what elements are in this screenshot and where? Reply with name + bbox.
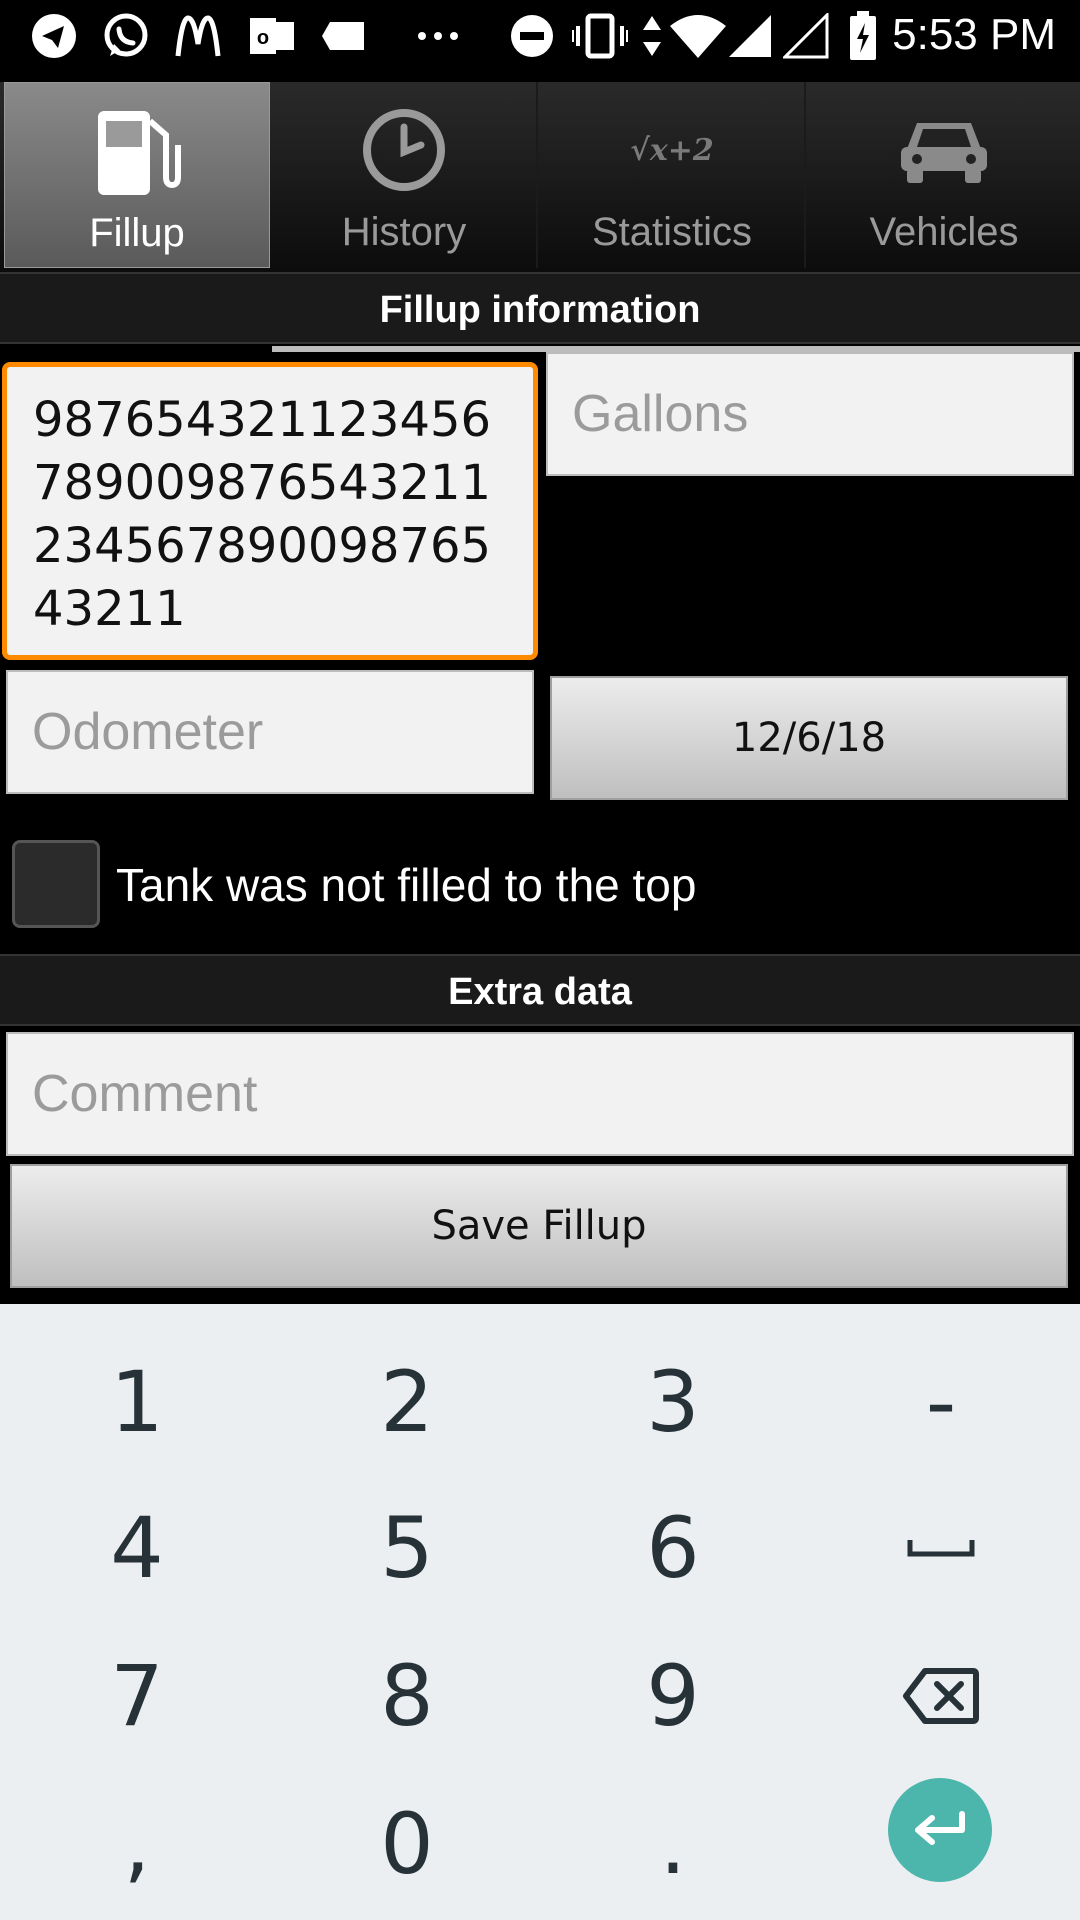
gallons-input[interactable]: Gallons	[546, 352, 1074, 476]
tab-label-statistics: Statistics	[591, 210, 753, 254]
key-5[interactable]: 5	[272, 1474, 542, 1622]
formula-icon: √x+2	[540, 104, 804, 196]
price-input[interactable]: 987654321123456 789009876543211 23456789…	[2, 362, 538, 660]
partial-fill-checkbox[interactable]	[12, 840, 100, 928]
tab-label-vehicles: Vehicles	[869, 210, 1019, 254]
tag-icon	[318, 14, 370, 58]
save-fillup-button[interactable]: Save Fillup	[10, 1164, 1068, 1288]
whatsapp-icon	[100, 13, 152, 58]
tab-label-history: History	[341, 210, 467, 254]
status-time: 5:53 PM	[892, 10, 1056, 59]
data-arrows-icon	[640, 14, 664, 58]
price-input-value: 987654321123456 789009876543211 23456789…	[33, 389, 513, 641]
comment-placeholder: Comment	[32, 1065, 258, 1123]
key-9[interactable]: 9	[538, 1622, 808, 1770]
extra-data-header: Extra data	[0, 954, 1080, 1026]
key-minus[interactable]: -	[806, 1328, 1076, 1476]
fillup-info-header: Fillup information	[0, 272, 1080, 344]
space-icon	[907, 1540, 975, 1557]
key-space[interactable]	[806, 1474, 1076, 1622]
backspace-icon	[903, 1668, 979, 1724]
key-comma[interactable]: ,	[2, 1770, 272, 1918]
key-7[interactable]: 7	[2, 1622, 272, 1770]
key-period[interactable]: .	[538, 1770, 808, 1918]
gallons-placeholder: Gallons	[572, 385, 749, 443]
car-icon	[808, 104, 1080, 196]
tab-history[interactable]: History	[272, 82, 538, 268]
key-0[interactable]: 0	[272, 1770, 542, 1918]
clock-icon	[272, 104, 536, 196]
do-not-disturb-icon	[506, 14, 558, 58]
outlook-icon: o	[246, 14, 298, 58]
signal-empty-icon	[782, 13, 830, 59]
enter-icon	[915, 1811, 965, 1845]
key-6[interactable]: 6	[538, 1474, 808, 1622]
price-line: 43211	[33, 581, 186, 637]
odometer-input[interactable]: Odometer	[6, 670, 534, 794]
signal-icon	[726, 14, 774, 58]
key-3[interactable]: 3	[538, 1328, 808, 1476]
tab-statistics[interactable]: √x+2 Statistics	[540, 82, 806, 268]
key-2[interactable]: 2	[272, 1328, 542, 1476]
wifi-icon	[668, 14, 728, 58]
tab-vehicles[interactable]: Vehicles	[808, 82, 1080, 268]
comment-input[interactable]: Comment	[6, 1032, 1074, 1156]
key-backspace[interactable]	[806, 1622, 1076, 1770]
more-dots-icon	[412, 14, 464, 58]
tab-fillup[interactable]: Fillup	[4, 82, 270, 268]
battery-charging-icon	[848, 11, 878, 60]
tab-bar: Fillup History √x+2 Statistics Vehicles	[0, 82, 1080, 352]
price-line: 234567890098765	[33, 518, 492, 574]
telegram-icon	[28, 14, 80, 58]
partial-fill-label[interactable]: Tank was not filled to the top	[116, 858, 696, 912]
tab-label-fillup: Fillup	[89, 211, 185, 255]
key-enter[interactable]	[888, 1778, 992, 1882]
mcdonalds-icon	[172, 14, 224, 58]
formula-icon-text: √x+2	[630, 132, 714, 168]
key-8[interactable]: 8	[272, 1622, 542, 1770]
key-1[interactable]: 1	[2, 1328, 272, 1476]
vibrate-icon	[572, 13, 628, 59]
numeric-keyboard: 1 2 3 - 4 5 6 7 8 9 , 0 .	[0, 1304, 1080, 1920]
fuel-pump-icon	[5, 105, 269, 197]
price-line: 789009876543211	[33, 455, 492, 511]
svg-text:o: o	[257, 27, 269, 49]
status-bar: o 5:53 PM	[0, 0, 1080, 72]
key-4[interactable]: 4	[2, 1474, 272, 1622]
price-line: 987654321123456	[33, 392, 492, 448]
odometer-placeholder: Odometer	[32, 703, 264, 761]
date-button[interactable]: 12/6/18	[550, 676, 1068, 800]
